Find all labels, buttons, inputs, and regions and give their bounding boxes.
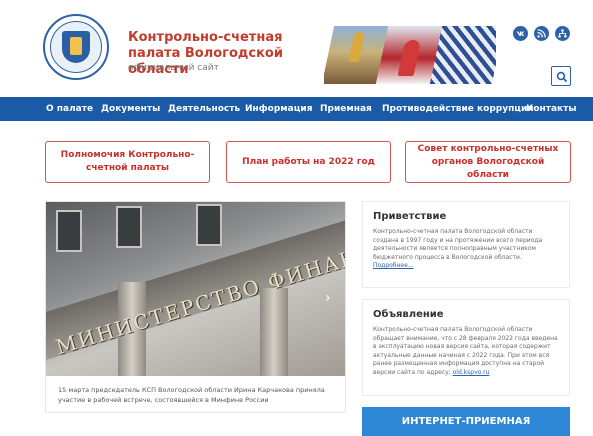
greeting-title: Приветствие [373, 211, 447, 222]
slide-caption[interactable]: 15 марта председатель КСП Вологодской об… [58, 385, 338, 405]
announcement-title: Объявление [373, 309, 444, 320]
greeting-text: Контрольно-счетная палата Вологодской об… [373, 228, 559, 271]
logo-emblem[interactable] [43, 14, 109, 80]
nav-item-information[interactable]: Информация [245, 97, 313, 121]
vk-icon[interactable] [513, 26, 528, 41]
quick-link-work-plan[interactable]: План работы на 2022 год [226, 141, 391, 183]
announcement-text: Контрольно-счетная палата Вологодской об… [373, 326, 559, 378]
quick-link-powers[interactable]: Полномочия Контрольно-счетной палаты [45, 141, 210, 183]
news-slider[interactable]: МИНИСТЕРСТВО ФИНАНСОВ Р 15 марта председ… [45, 201, 346, 413]
old-site-link[interactable]: old.kspvo.ru [453, 369, 490, 376]
search-button[interactable] [551, 66, 571, 86]
banner-image-lace [429, 26, 496, 84]
nav-item-about[interactable]: О палате [46, 97, 93, 121]
announcement-card: Объявление Контрольно-счетная палата Вол… [362, 299, 570, 396]
site-header: Контрольно-счетная палата Вологодской об… [0, 0, 593, 97]
facade-window [196, 204, 222, 246]
header-banner [324, 26, 496, 84]
nav-item-anticorruption[interactable]: Противодействие коррупции [382, 97, 534, 121]
greeting-body: Контрольно-счетная палата Вологодской об… [373, 228, 543, 261]
slide-image: МИНИСТЕРСТВО ФИНАНСОВ Р [46, 202, 345, 376]
facade-column [260, 288, 288, 376]
nav-item-reception[interactable]: Приемная [320, 97, 372, 121]
greeting-more-link[interactable]: Подробнее... [373, 262, 414, 269]
nav-item-documents[interactable]: Документы [101, 97, 160, 121]
greeting-card: Приветствие Контрольно-счетная палата Во… [362, 201, 570, 288]
quick-link-council[interactable]: Совет контрольно-счетных органов Вологод… [405, 141, 571, 183]
facade-window [56, 210, 82, 252]
sitemap-icon[interactable] [555, 26, 570, 41]
nav-item-activity[interactable]: Деятельность [168, 97, 240, 121]
nav-item-contacts[interactable]: Контакты [526, 97, 577, 121]
facade-window [116, 206, 142, 248]
search-icon [556, 71, 568, 83]
site-subtitle: официальный сайт [128, 63, 219, 73]
coat-of-arms-icon [62, 31, 90, 63]
main-nav: О палате Документы Деятельность Информац… [0, 97, 593, 121]
internet-reception-button[interactable]: ИНТЕРНЕТ-ПРИЕМНАЯ [362, 407, 570, 436]
slider-next-arrow-icon[interactable]: › [325, 290, 331, 306]
rss-icon[interactable] [534, 26, 549, 41]
